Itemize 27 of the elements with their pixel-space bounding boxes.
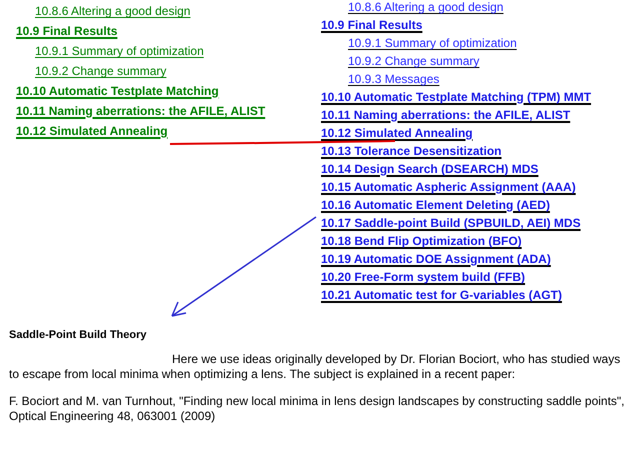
toc-link[interactable]: 10.19 Automatic DOE Assignment (ADA) [321,252,551,266]
toc-link[interactable]: 10.11 Naming aberrations: the AFILE, ALIST [321,108,570,122]
toc-link[interactable]: 10.12 Simulated Annealing [16,124,168,138]
toc-link[interactable]: 10.9.2 Change summary [348,54,480,68]
toc-link[interactable]: 10.8.6 Altering a good design [348,0,504,14]
toc-link[interactable]: 10.17 Saddle-point Build (SPBUILD, AEI) MDS [321,216,581,230]
toc-link[interactable]: 10.14 Design Search (DSEARCH) MDS [321,162,538,176]
toc-link[interactable]: 10.9.3 Messages [348,72,440,86]
toc-link[interactable]: 10.10 Automatic Testplate Matching [16,84,219,98]
toc-link[interactable]: 10.11 Naming aberrations: the AFILE, ALIST [16,104,266,118]
paragraph: Here we use ideas originally developed by Dr. Florian Bociort, who has studied ways to escape from local minima when optimizing a lens. The subject is explained in a recent paper: [9,352,622,382]
toc-link[interactable]: 10.16 Automatic Element Deleting (AED) [321,198,550,212]
toc-link[interactable]: 10.9.2 Change summary [35,64,166,78]
toc-link[interactable]: 10.12 Simulated Annealing [321,126,473,140]
toc-link[interactable]: 10.8.6 Altering a good design [35,4,190,18]
toc-link[interactable]: 10.9.1 Summary of optimization [348,36,517,50]
toc-link[interactable]: 10.15 Automatic Aspheric Assignment (AAA) [321,180,576,194]
toc-link[interactable]: 10.18 Bend Flip Optimization (BFO) [321,234,522,248]
toc-link[interactable]: 10.13 Tolerance Desensitization [321,144,502,158]
toc-link[interactable]: 10.10 Automatic Testplate Matching (TPM) MMT [321,90,592,104]
section-heading: Saddle-Point Build Theory [9,328,148,343]
toc-link[interactable]: 10.9 Final Results [16,24,118,38]
toc-link[interactable]: 10.21 Automatic test for G-variables (AGT) [321,288,562,302]
toc-link[interactable]: 10.20 Free-Form system build (FFB) [321,270,526,284]
toc-link[interactable]: 10.9.1 Summary of optimization [35,44,204,58]
toc-link[interactable]: 10.9 Final Results [321,18,422,32]
citation: F. Bociort and M. van Turnhout, "Finding new local minima in lens design landscapes by constructing saddle points", Optical Engineering 48, 063001 (2009) [9,394,626,424]
